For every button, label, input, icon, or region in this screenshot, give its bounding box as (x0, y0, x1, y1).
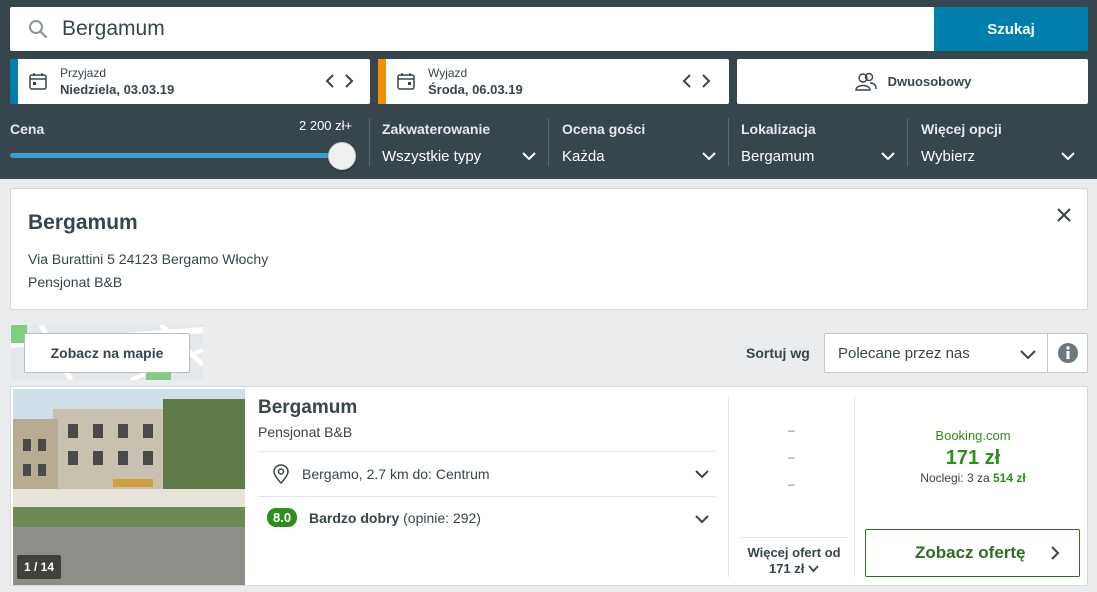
empty-offer-placeholder: – (788, 423, 795, 437)
view-offer-label: Zobacz ofertę (915, 543, 1026, 562)
close-icon[interactable] (1055, 206, 1073, 224)
nights-total-price: 514 zł (993, 471, 1026, 485)
hotel-location-row[interactable]: Bergamo, 2.7 km do: Centrum (258, 451, 716, 495)
accommodation-filter-value: Wszystkie typy (382, 148, 482, 165)
chevron-down-icon (1020, 350, 1036, 360)
location-filter[interactable]: Lokalizacja Bergamum (741, 118, 896, 166)
location-filter-value: Bergamum (741, 148, 815, 165)
rating-reviews: (opinie: 292) (403, 510, 481, 526)
location-pin-icon (273, 464, 289, 484)
chevron-down-icon (1061, 152, 1075, 161)
checkin-date: Niedziela, 03.03.19 (60, 82, 175, 97)
rating-score-badge: 8.0 (267, 508, 298, 527)
more-offers-button[interactable]: Więcej ofert od 171 zł (740, 537, 848, 577)
empty-offer-placeholder: – (788, 450, 795, 464)
location-filter-title: Lokalizacja (741, 121, 816, 137)
offer-provider[interactable]: Booking.com (866, 428, 1080, 443)
sort-select[interactable]: Polecane przez nas (824, 333, 1048, 373)
guest-rating-filter[interactable]: Ocena gości Każda (562, 118, 717, 166)
more-offers-price: 171 zł (768, 561, 805, 576)
filter-divider (907, 118, 908, 166)
search-button[interactable]: Szukaj (934, 7, 1088, 51)
hotel-photo[interactable]: 1 / 14 (13, 389, 245, 585)
nights-prefix: Noclegi: 3 za (920, 471, 990, 485)
sort-label: Sortuj wg (746, 345, 810, 361)
price-filter-value: 2 200 zł+ (299, 118, 353, 133)
more-offers-label: Więcej ofert od (747, 545, 841, 560)
more-options-filter-value: Wybierz (921, 148, 976, 165)
view-on-map-button[interactable]: Zobacz na mapie (24, 333, 190, 373)
guests-icon (854, 72, 877, 91)
chevron-right-icon (1051, 546, 1060, 560)
chevron-down-icon (695, 515, 709, 524)
info-icon (1057, 343, 1078, 363)
sort-selected-value: Polecane przez nas (838, 345, 970, 362)
offer-price[interactable]: 171 zł (866, 447, 1080, 470)
nights-total: Noclegi: 3 za 514 zł (866, 471, 1080, 485)
checkout-date-picker[interactable]: Wyjazd Środa, 06.03.19 (378, 59, 729, 104)
rating-label: Bardzo dobry (309, 510, 400, 526)
checkout-date: Środa, 06.03.19 (428, 82, 523, 97)
location-title: Bergamum (28, 211, 138, 234)
empty-offer-placeholder: – (788, 477, 795, 491)
filter-divider (369, 118, 370, 166)
accommodation-filter-title: Zakwaterowanie (382, 121, 491, 137)
chevron-left-icon[interactable] (677, 71, 697, 91)
photo-counter: 1 / 14 (17, 555, 62, 579)
chevron-left-icon[interactable] (320, 71, 340, 91)
chevron-down-icon (695, 470, 709, 479)
rating-text: Bardzo dobry (opinie: 292) (309, 510, 481, 526)
hotel-location-text: Bergamo, 2.7 km do: Centrum (302, 466, 490, 482)
calendar-icon (29, 73, 47, 90)
column-divider (854, 397, 855, 577)
chevron-down-icon (522, 152, 536, 161)
checkout-accent-bar (378, 59, 386, 104)
filter-divider (548, 118, 549, 166)
chevron-right-icon[interactable] (696, 71, 716, 91)
view-offer-button[interactable]: Zobacz ofertę (865, 529, 1080, 577)
guest-rating-filter-value: Każda (562, 148, 605, 165)
chevron-right-icon[interactable] (339, 71, 359, 91)
checkin-label: Przyjazd (60, 66, 107, 80)
more-options-filter[interactable]: Więcej opcji Wybierz (921, 118, 1076, 166)
guest-rating-filter-title: Ocena gości (562, 121, 646, 137)
hotel-rating-row[interactable]: 8.0 Bardzo dobry (opinie: 292) (258, 496, 716, 540)
chevron-down-icon (702, 152, 716, 161)
chevron-down-icon (808, 565, 819, 573)
location-type: Pensjonat B&B (28, 274, 123, 290)
location-info-card: Bergamum Via Burattini 5 24123 Bergamo W… (10, 188, 1088, 310)
search-icon (29, 20, 48, 39)
price-slider-handle[interactable] (328, 142, 356, 170)
accommodation-filter[interactable]: Zakwaterowanie Wszystkie typy (382, 118, 537, 166)
calendar-icon (397, 73, 415, 90)
location-address: Via Burattini 5 24123 Bergamo Włochy (28, 251, 269, 267)
room-type-selector[interactable]: Dwuosobowy (737, 59, 1088, 104)
checkin-accent-bar (10, 59, 18, 104)
chevron-down-icon (881, 152, 895, 161)
more-options-filter-title: Więcej opcji (921, 121, 1002, 137)
checkin-date-picker[interactable]: Przyjazd Niedziela, 03.03.19 (10, 59, 370, 104)
search-input[interactable]: Bergamum (10, 7, 934, 51)
hotel-result-card[interactable]: 1 / 14 Bergamum Pensjonat B&B Bergamo, 2… (10, 386, 1088, 586)
price-filter-title: Cena (10, 121, 45, 137)
more-offers-price-line: 171 zł (740, 561, 848, 577)
search-input-value: Bergamum (62, 17, 165, 40)
hotel-name[interactable]: Bergamum (258, 397, 357, 419)
room-type-label: Dwuosobowy (887, 74, 972, 89)
column-divider (728, 397, 729, 577)
hotel-type: Pensjonat B&B (258, 424, 353, 440)
price-slider-track[interactable] (10, 153, 342, 158)
checkout-label: Wyjazd (428, 66, 468, 80)
filter-divider (728, 118, 729, 166)
sort-info-button[interactable] (1047, 333, 1088, 373)
